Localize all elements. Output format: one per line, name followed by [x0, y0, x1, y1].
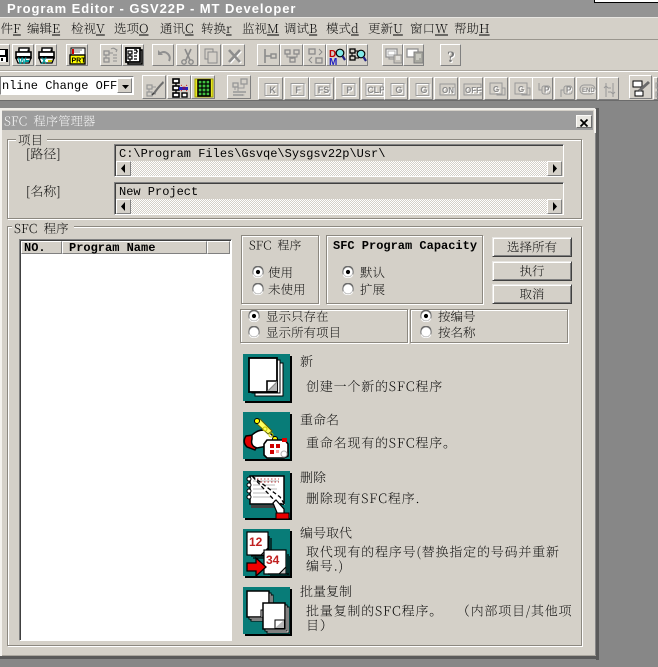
- svg-text:K: K: [269, 85, 276, 95]
- svg-text:12: 12: [249, 535, 263, 549]
- svg-text:G: G: [395, 85, 402, 95]
- svg-text:P: P: [346, 85, 352, 95]
- svg-text:F: F: [295, 85, 301, 95]
- svg-text:M: M: [329, 57, 337, 66]
- svg-text:PRT: PRT: [72, 58, 87, 65]
- svg-text:X: X: [41, 56, 47, 66]
- svg-text:OFF: OFF: [465, 86, 481, 95]
- svg-text:?: ?: [447, 49, 455, 66]
- svg-text:P: P: [544, 86, 550, 95]
- svg-text:G: G: [493, 85, 499, 94]
- svg-text:FS: FS: [318, 85, 330, 95]
- svg-text:CLP: CLP: [367, 85, 385, 95]
- svg-text:P: P: [566, 86, 572, 95]
- svg-text:G: G: [518, 85, 524, 94]
- svg-text:ON: ON: [442, 86, 454, 95]
- svg-text:G: G: [420, 85, 427, 95]
- svg-text:END: END: [582, 88, 595, 94]
- svg-text:34: 34: [266, 553, 280, 567]
